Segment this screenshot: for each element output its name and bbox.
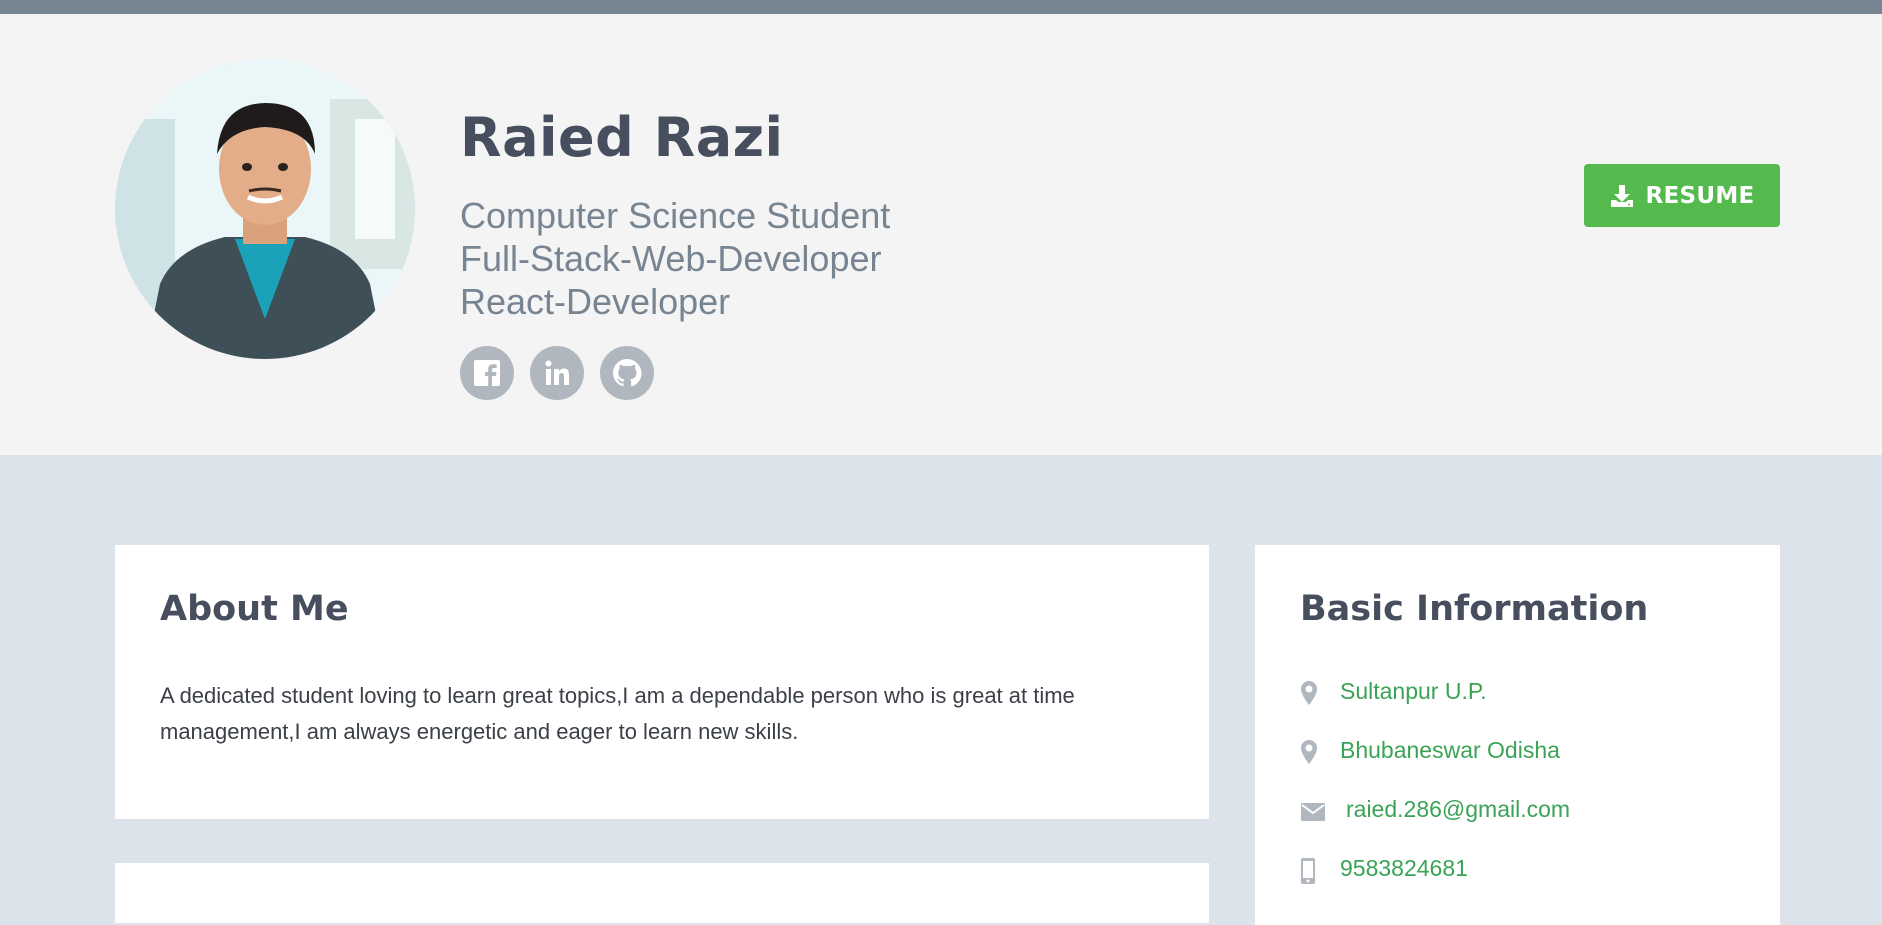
about-me-text: A dedicated student loving to learn grea…: [160, 683, 1075, 744]
map-marker-icon: [1300, 678, 1340, 706]
github-link[interactable]: [600, 346, 654, 400]
social-links: [460, 346, 654, 400]
profile-header: Raied Razi Computer Science Student Full…: [0, 14, 1882, 455]
list-item: raied.286@gmail.com: [1300, 796, 1570, 855]
tagline: React-Developer: [460, 281, 731, 322]
envelope-icon: [1300, 796, 1340, 822]
linkedin-icon: [545, 360, 569, 385]
list-item: Sultanpur U.P.: [1300, 678, 1570, 737]
list-item: Bhubaneswar Odisha: [1300, 737, 1570, 796]
download-icon: [1611, 184, 1634, 207]
linkedin-link[interactable]: [530, 346, 584, 400]
tagline: Computer Science Student: [460, 195, 891, 236]
about-me-title: About Me: [160, 589, 349, 629]
next-section-card: [115, 863, 1209, 923]
basic-information-card: Basic Information Sultanpur U.P. Bhubane…: [1255, 545, 1780, 925]
resume-download-button[interactable]: RESUME: [1584, 164, 1780, 227]
tagline: Full-Stack-Web-Developer: [460, 238, 882, 279]
profile-avatar: [115, 59, 415, 359]
facebook-link[interactable]: [460, 346, 514, 400]
github-icon: [613, 359, 642, 387]
about-me-card: About Me A dedicated student loving to l…: [115, 545, 1209, 819]
facebook-icon: [474, 360, 500, 387]
basic-information-list: Sultanpur U.P. Bhubaneswar Odisha raied.…: [1300, 678, 1570, 914]
profile-taglines: Computer Science Student Full-Stack-Web-…: [460, 194, 890, 323]
top-bar: [0, 0, 1882, 14]
mobile-phone-icon: [1300, 855, 1340, 885]
phone-link[interactable]: 9583824681: [1340, 855, 1468, 882]
resume-button-label: RESUME: [1645, 182, 1755, 209]
location-link[interactable]: Bhubaneswar Odisha: [1340, 737, 1560, 764]
location-link[interactable]: Sultanpur U.P.: [1340, 678, 1487, 705]
profile-name: Raied Razi: [460, 106, 784, 169]
list-item: 9583824681: [1300, 855, 1570, 914]
map-marker-icon: [1300, 737, 1340, 765]
basic-information-title: Basic Information: [1300, 589, 1649, 629]
email-link[interactable]: raied.286@gmail.com: [1346, 796, 1570, 823]
